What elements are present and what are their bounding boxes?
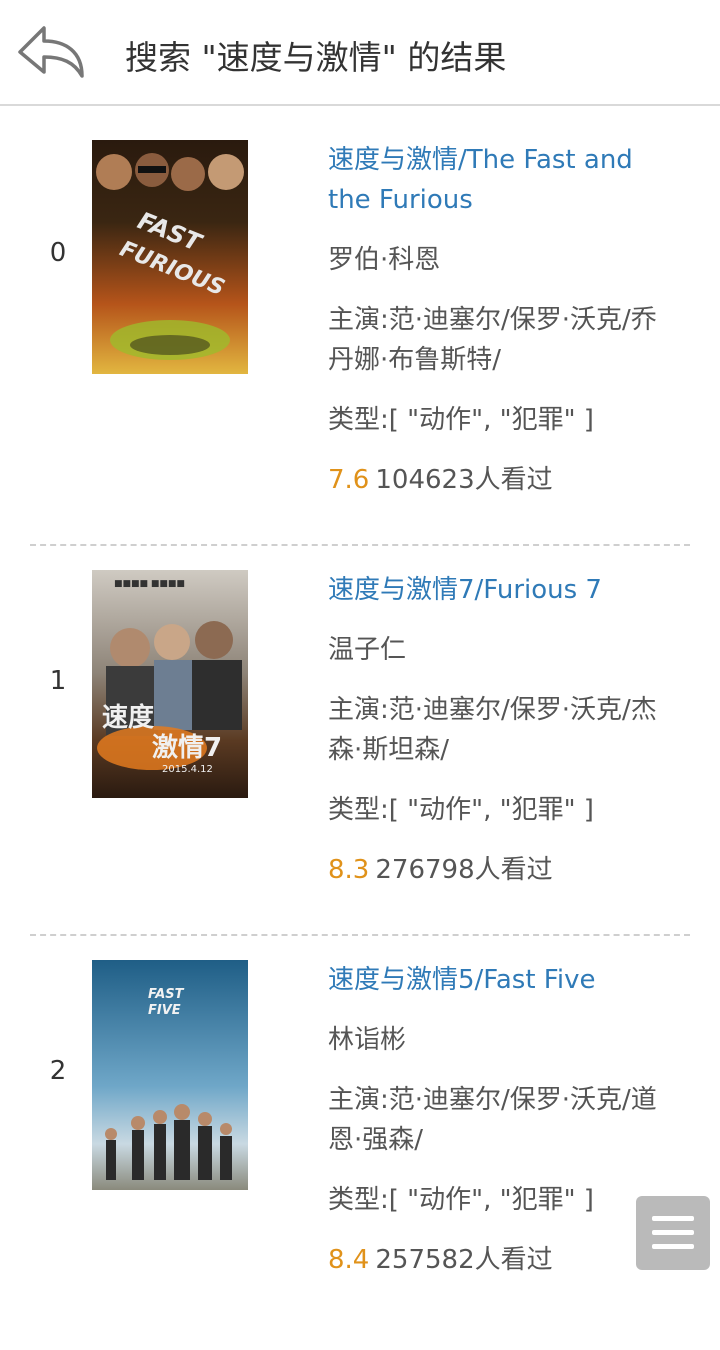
poster-fast-and-furious-image: FAST FURIOUS xyxy=(92,140,248,374)
cast-text: 主演:范·迪塞尔/保罗·沃克/杰森·斯坦森/ xyxy=(328,695,657,765)
rating-score: 8.4 xyxy=(328,1245,370,1275)
movie-poster[interactable]: FAST FIVE xyxy=(92,960,248,1190)
result-item[interactable]: 0 FAST FURIOUS 速度与激情/The Fast and the Fu… xyxy=(0,140,720,530)
menu-icon-bar xyxy=(652,1216,694,1221)
result-index: 1 xyxy=(49,666,67,696)
rating-line: 8.3 276798人看过 xyxy=(328,850,658,890)
item-divider xyxy=(30,544,690,546)
cast-text: 主演:范·迪塞尔/保罗·沃克/乔丹娜·布鲁斯特/ xyxy=(328,305,657,375)
view-count: 257582人看过 xyxy=(375,1245,553,1275)
menu-icon-bar xyxy=(652,1244,694,1249)
rating-line: 7.6 104623人看过 xyxy=(328,460,658,500)
movie-title-link[interactable]: 速度与激情7/Furious 7 xyxy=(328,570,658,610)
back-arrow-icon xyxy=(18,26,84,78)
svg-text:2015.4.12: 2015.4.12 xyxy=(162,764,213,775)
movie-title-link[interactable]: 速度与激情5/Fast Five xyxy=(328,960,658,1000)
movie-poster[interactable]: FAST FURIOUS xyxy=(92,140,248,374)
result-info: 速度与激情7/Furious 7 温子仁 主演:范·迪塞尔/保罗·沃克/杰森·斯… xyxy=(328,570,658,890)
svg-text:FIVE: FIVE xyxy=(148,1003,181,1018)
genre-text: 类型:[ "动作", "犯罪" ] xyxy=(328,1185,594,1215)
poster-fast-five-image: FAST FIVE xyxy=(92,960,248,1190)
svg-text:速度: 速度 xyxy=(102,702,154,733)
floating-menu-button[interactable] xyxy=(636,1196,710,1270)
result-index: 2 xyxy=(49,1056,67,1086)
page-title: 搜索 "速度与激情" 的结果 xyxy=(125,38,507,77)
menu-icon-bar xyxy=(652,1230,694,1235)
view-count: 104623人看过 xyxy=(375,465,553,495)
header-bar: 搜索 "速度与激情" 的结果 xyxy=(0,0,720,106)
rating-line: 8.4 257582人看过 xyxy=(328,1240,658,1280)
back-button[interactable] xyxy=(14,22,90,84)
result-info: 速度与激情/The Fast and the Furious 罗伯·科恩 主演:… xyxy=(328,140,658,500)
genre-text: 类型:[ "动作", "犯罪" ] xyxy=(328,795,594,825)
view-count: 276798人看过 xyxy=(375,855,553,885)
result-info: 速度与激情5/Fast Five 林诣彬 主演:范·迪塞尔/保罗·沃克/道恩·强… xyxy=(328,960,658,1280)
item-divider xyxy=(30,934,690,936)
svg-text:FAST: FAST xyxy=(148,987,185,1002)
director-text: 林诣彬 xyxy=(328,1025,407,1055)
movie-title-link[interactable]: 速度与激情/The Fast and the Furious xyxy=(328,140,658,220)
result-item[interactable]: 2 FAST FIVE 速度与激情5/Fast Five 林诣彬 主演:范·迪塞… xyxy=(0,960,720,1350)
rating-score: 8.3 xyxy=(328,855,370,885)
svg-text:激情7: 激情7 xyxy=(152,732,222,763)
director-text: 温子仁 xyxy=(328,635,407,665)
director-text: 罗伯·科恩 xyxy=(328,245,441,275)
genre-text: 类型:[ "动作", "犯罪" ] xyxy=(328,405,594,435)
cast-text: 主演:范·迪塞尔/保罗·沃克/道恩·强森/ xyxy=(328,1085,657,1155)
result-item[interactable]: 1 ■■■■ ■■■■ 速度 激情7 2015.4.12 速度与激情7/Furi… xyxy=(0,570,720,960)
rating-score: 7.6 xyxy=(328,465,370,495)
movie-poster[interactable]: ■■■■ ■■■■ 速度 激情7 2015.4.12 xyxy=(92,570,248,798)
poster-furious-7-image: ■■■■ ■■■■ 速度 激情7 2015.4.12 xyxy=(92,570,248,798)
result-index: 0 xyxy=(49,238,67,268)
svg-text:■■■■ ■■■■: ■■■■ ■■■■ xyxy=(114,579,185,589)
